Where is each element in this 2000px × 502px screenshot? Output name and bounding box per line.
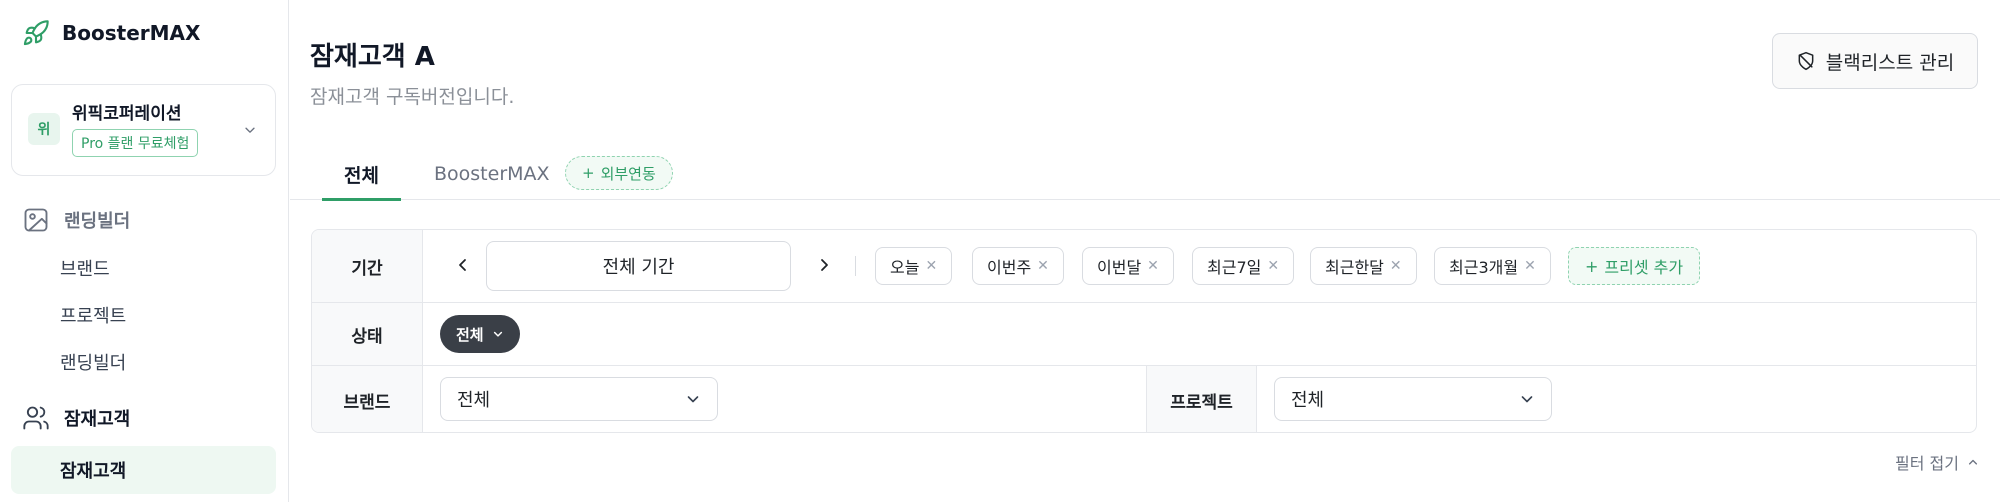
rocket-icon [23, 20, 49, 46]
tab-all[interactable]: 전체 [322, 148, 401, 201]
chevron-right-icon [821, 259, 828, 271]
users-icon [23, 406, 49, 430]
preset-chip-label: 최근7일 [1207, 258, 1262, 277]
status-dropdown[interactable]: 전체 [440, 315, 520, 353]
project-select[interactable]: 전체 [1274, 377, 1552, 421]
plus-icon: + [1585, 256, 1599, 276]
app-name: BoosterMAX [62, 21, 201, 45]
close-icon[interactable]: ✕ [1524, 258, 1536, 274]
preset-chip[interactable]: 최근3개월 ✕ [1434, 247, 1551, 285]
filter-label-brand: 브랜드 [312, 366, 423, 432]
status-value: 전체 [456, 325, 484, 344]
nav-section-label: 잠재고객 [64, 409, 131, 430]
preset-chip-label: 최근3개월 [1449, 258, 1519, 277]
chevron-down-icon [1521, 396, 1533, 403]
preset-chip-label: 이번달 [1097, 258, 1142, 277]
tab-boostermax[interactable]: BoosterMAX [422, 148, 562, 200]
preset-chip[interactable]: 최근7일 ✕ [1192, 247, 1295, 285]
preset-chip-label: 오늘 [890, 258, 920, 277]
org-avatar: 위 [28, 113, 60, 145]
add-external-integration-button[interactable]: + 외부연동 [565, 156, 673, 190]
filter-label-project: 프로젝트 [1146, 366, 1257, 432]
brand-select[interactable]: 전체 [440, 377, 718, 421]
filter-row-period: 기간 전체 기간 오늘 ✕ 이번주 ✕ 이번달 ✕ 최근7일 ✕ 최근한달 ✕ 최근3개월… [312, 230, 1976, 303]
plan-badge: Pro 플랜 무료체험 [72, 129, 199, 157]
plus-icon: + [582, 164, 595, 182]
period-selector[interactable]: 전체 기간 [486, 241, 791, 291]
close-icon[interactable]: ✕ [1390, 258, 1402, 274]
sidebar-item-landing-builder[interactable]: 랜딩빌더 [60, 349, 126, 375]
preset-chip[interactable]: 최근한달 ✕ [1310, 247, 1417, 285]
tab-bar: 전체 BoosterMAX + 외부연동 [290, 148, 2000, 201]
preset-chip-label: 이번주 [987, 258, 1032, 277]
preset-chip[interactable]: 이번달 ✕ [1082, 247, 1174, 285]
image-icon [24, 208, 48, 232]
sidebar: BoosterMAX 위 위픽코퍼레이션 Pro 플랜 무료체험 랜딩빌더 브랜… [0, 0, 289, 502]
shield-off-icon [1798, 51, 1814, 71]
preset-chip-label: 최근한달 [1325, 258, 1384, 277]
next-period-button[interactable] [809, 250, 839, 280]
filter-panel: 기간 전체 기간 오늘 ✕ 이번주 ✕ 이번달 ✕ 최근7일 ✕ 최근한달 ✕ 최근3개월… [311, 229, 1977, 433]
divider [855, 256, 856, 276]
page-subtitle: 잠재고객 구독버전입니다. [310, 86, 515, 108]
brand-select-value: 전체 [457, 390, 491, 411]
blacklist-button-label: 블랙리스트 관리 [1825, 51, 1955, 74]
preset-chip[interactable]: 오늘 ✕ [875, 247, 953, 285]
prev-period-button[interactable] [448, 250, 478, 280]
blacklist-button[interactable]: 블랙리스트 관리 [1772, 33, 1978, 89]
preset-chip[interactable]: 이번주 ✕ [972, 247, 1064, 285]
collapse-filters-button[interactable]: 필터 접기 [1895, 450, 1979, 474]
project-select-value: 전체 [1291, 390, 1325, 411]
add-preset-label: 프리셋 추가 [1604, 258, 1684, 277]
close-icon[interactable]: ✕ [1037, 258, 1049, 274]
sidebar-item-prospects[interactable]: 잠재고객 [11, 446, 276, 494]
close-icon[interactable]: ✕ [1267, 258, 1279, 274]
close-icon[interactable]: ✕ [925, 258, 937, 274]
external-integration-label: 외부연동 [600, 164, 656, 183]
close-icon[interactable]: ✕ [1147, 258, 1159, 274]
chevron-down-icon [687, 396, 699, 403]
chevron-down-icon [245, 127, 255, 133]
nav-section-label: 랜딩빌더 [64, 211, 131, 232]
collapse-filters-label: 필터 접기 [1895, 454, 1959, 473]
add-preset-button[interactable]: + 프리셋 추가 [1568, 247, 1701, 285]
filter-label-period: 기간 [312, 230, 423, 302]
brand-logo[interactable]: BoosterMAX [22, 18, 200, 48]
org-switcher[interactable]: 위 위픽코퍼레이션 Pro 플랜 무료체험 [11, 84, 276, 176]
chevron-up-icon [1968, 459, 1978, 465]
nav-section-prospects[interactable]: 잠재고객 [22, 401, 130, 435]
sidebar-item-label: 잠재고객 [60, 461, 127, 482]
nav-section-landing-builder[interactable]: 랜딩빌더 [22, 203, 130, 237]
chevron-left-icon [459, 259, 466, 271]
sidebar-item-brand[interactable]: 브랜드 [60, 255, 110, 281]
org-name: 위픽코퍼레이션 [72, 104, 182, 124]
chevron-down-icon [493, 331, 502, 337]
filter-label-status: 상태 [312, 303, 423, 365]
filter-row-status: 상태 전체 [312, 303, 1976, 366]
filter-row-brand-project: 브랜드 전체 프로젝트 전체 [312, 366, 1976, 432]
page-title: 잠재고객 A [310, 42, 435, 72]
sidebar-item-project[interactable]: 프로젝트 [60, 302, 126, 328]
